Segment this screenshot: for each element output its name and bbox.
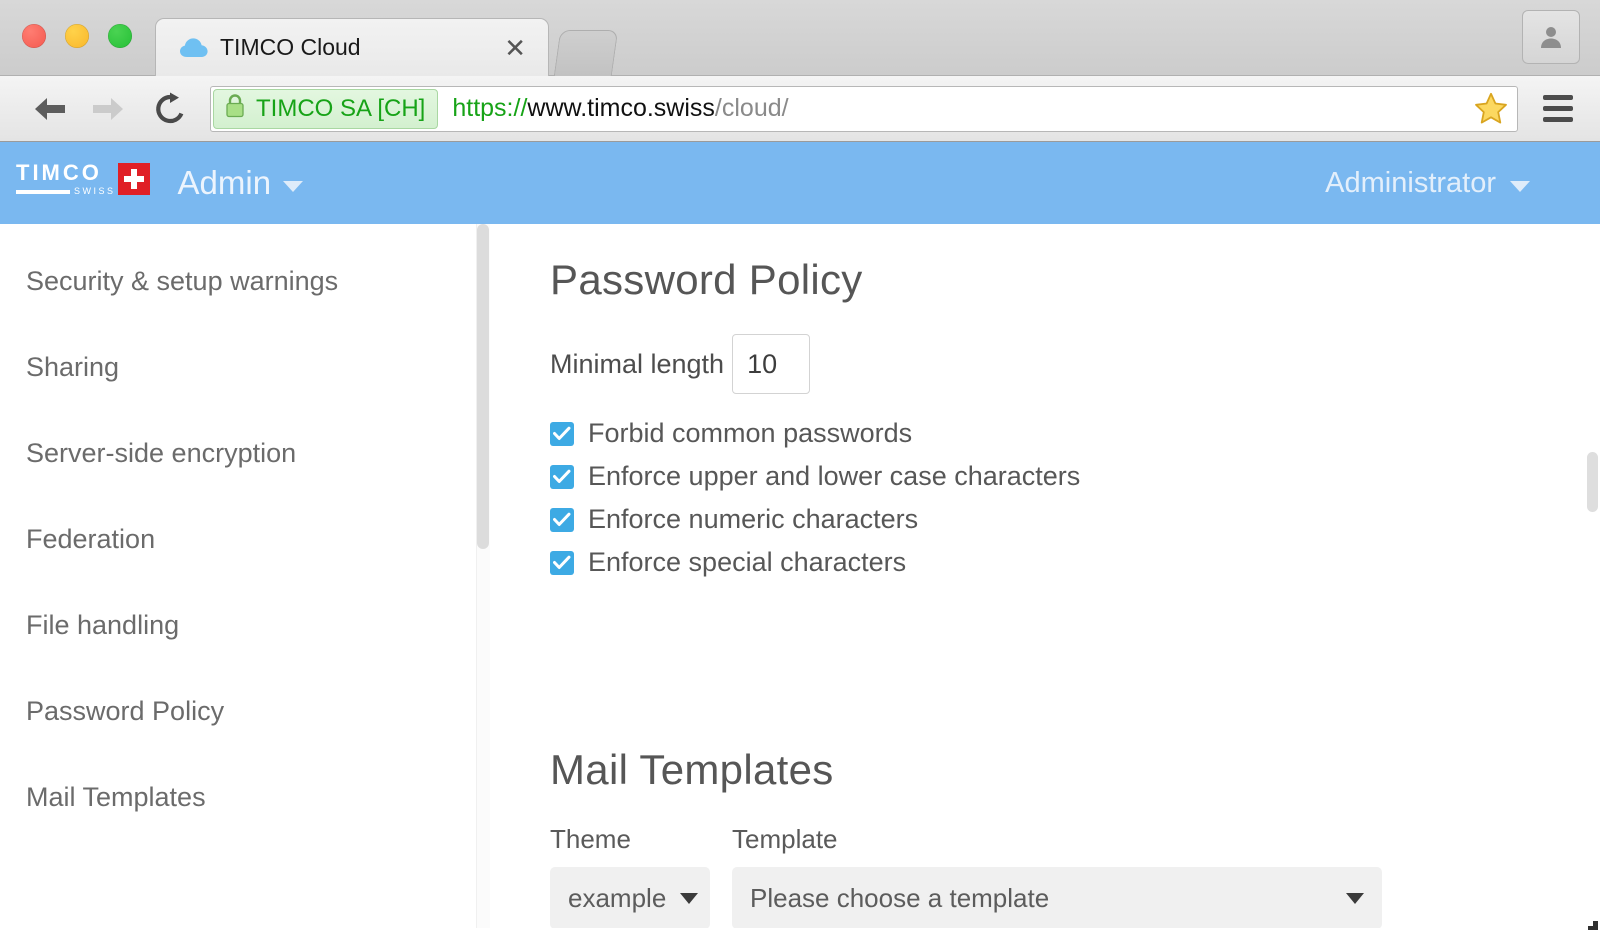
checkbox-label: Enforce special characters (588, 547, 907, 577)
window-controls (22, 24, 132, 48)
checkbox-label: Forbid common passwords (588, 418, 913, 448)
admin-menu-label: Admin (177, 164, 272, 201)
chevron-down-icon (283, 180, 304, 192)
chevron-down-icon (1510, 180, 1530, 192)
sidebar-item-mail-templates[interactable]: Mail Templates (0, 754, 490, 840)
sidebar-item-security-setup-warnings[interactable]: Security & setup warnings (0, 238, 490, 324)
checkbox-enforce-special-characters[interactable] (550, 550, 574, 575)
star-icon[interactable] (1471, 90, 1511, 128)
sidebar-item-label: Password Policy (26, 695, 225, 726)
cloud-icon (180, 37, 208, 59)
admin-menu-button[interactable]: Admin (178, 164, 304, 202)
logo-subline: SWISS (16, 187, 116, 196)
browser-tab[interactable]: TIMCO Cloud ✕ (155, 18, 549, 76)
checkbox-row-enforce-upper-lower-case[interactable]: Enforce upper and lower case characters (550, 455, 1600, 498)
user-menu-label: Administrator (1325, 166, 1496, 199)
ev-certificate-badge[interactable]: TIMCO SA [CH] (213, 88, 439, 129)
mail-templates-section: Mail Templates Theme example Template Pl… (550, 746, 1600, 928)
caret-down-icon (1346, 892, 1364, 904)
tab-title: TIMCO Cloud (220, 34, 361, 60)
swiss-cross-icon (117, 163, 150, 195)
page-title-mail-templates: Mail Templates (550, 746, 834, 793)
back-arrow-icon[interactable] (26, 85, 74, 133)
sidebar-scrollbar[interactable] (476, 224, 490, 928)
window-minimize-button[interactable] (65, 24, 89, 48)
browser-tabstrip: TIMCO Cloud ✕ (0, 0, 1600, 76)
theme-field: Theme example (550, 824, 710, 928)
browser-toolbar: TIMCO SA [CH] https://www.timco.swiss/cl… (0, 76, 1600, 142)
url-scheme: https:// (452, 94, 528, 122)
checkbox-row-enforce-numeric[interactable]: Enforce numeric characters (550, 498, 1600, 541)
url-path: /cloud/ (714, 94, 789, 122)
minimal-length-label: Minimal length (550, 348, 725, 379)
window-resize-grip[interactable] (1586, 918, 1598, 930)
minimal-length-input[interactable] (732, 334, 811, 394)
template-label: Template (732, 824, 838, 854)
template-select[interactable]: Please choose a template (732, 867, 1382, 928)
sidebar-item-password-policy[interactable]: Password Policy (0, 668, 490, 754)
template-select-value: Please choose a template (750, 882, 1050, 913)
sidebar-item-label: Server-side encryption (26, 437, 297, 468)
caret-down-icon (680, 892, 699, 904)
sidebar-item-federation[interactable]: Federation (0, 496, 490, 582)
window-maximize-button[interactable] (108, 24, 132, 48)
logo-rule (16, 189, 70, 194)
sidebar-item-sharing[interactable]: Sharing (0, 324, 490, 410)
app-body: Security & setup warnings Sharing Server… (0, 224, 1600, 928)
sidebar-scrollbar-thumb[interactable] (477, 224, 489, 549)
new-tab-button[interactable] (553, 30, 619, 76)
sidebar-item-file-handling[interactable]: File handling (0, 582, 490, 668)
checkbox-row-forbid-common-passwords[interactable]: Forbid common passwords (550, 412, 1600, 455)
checkbox-forbid-common-passwords[interactable] (550, 421, 574, 446)
settings-content: Password Policy Minimal length Forbid co… (490, 224, 1600, 928)
sidebar-item-label: Federation (26, 523, 156, 554)
content-scrollbar[interactable] (1584, 224, 1600, 928)
logo-swiss-text: SWISS (74, 186, 116, 196)
template-field: Template Please choose a template (732, 824, 1382, 928)
theme-select[interactable]: example (550, 867, 710, 928)
content-scrollbar-thumb[interactable] (1587, 452, 1598, 512)
hamburger-menu-icon[interactable] (1536, 87, 1580, 131)
user-menu-button[interactable]: Administrator (1325, 142, 1530, 224)
reload-icon[interactable] (146, 85, 194, 133)
lock-icon (224, 93, 246, 124)
address-bar[interactable]: TIMCO SA [CH] https://www.timco.swiss/cl… (210, 85, 1518, 132)
window-close-button[interactable] (22, 24, 46, 48)
checkbox-enforce-upper-lower-case[interactable] (550, 464, 574, 489)
menu-line (1543, 95, 1573, 100)
checkbox-label: Enforce numeric characters (588, 504, 919, 534)
app-header: TIMCO SWISS Admin Administrator (0, 142, 1600, 224)
person-icon[interactable] (1522, 10, 1580, 64)
logo-timco-text: TIMCO (16, 160, 102, 185)
logo-wordmark: TIMCO SWISS (16, 162, 116, 196)
settings-sidebar: Security & setup warnings Sharing Server… (0, 224, 490, 928)
theme-label: Theme (550, 824, 631, 854)
forward-arrow-icon (84, 85, 132, 133)
sidebar-item-label: Mail Templates (26, 781, 206, 812)
checkbox-enforce-numeric-characters[interactable] (550, 507, 574, 532)
theme-select-value: example (568, 882, 667, 913)
sidebar-item-label: Security & setup warnings (26, 265, 339, 296)
sidebar-item-label: Sharing (26, 351, 120, 382)
minimal-length-row: Minimal length (550, 334, 1600, 394)
menu-line (1543, 106, 1573, 111)
checkbox-label: Enforce upper and lower case characters (588, 461, 1081, 491)
browser-window: TIMCO Cloud ✕ TIMCO SA [CH] https://www.… (0, 0, 1600, 932)
checkbox-row-enforce-special[interactable]: Enforce special characters (550, 541, 1600, 584)
menu-line (1543, 117, 1573, 122)
ev-certificate-label: TIMCO SA [CH] (256, 94, 426, 122)
url-text[interactable]: https://www.timco.swiss/cloud/ (452, 94, 788, 123)
close-icon[interactable]: ✕ (498, 35, 532, 61)
page-title-password-policy: Password Policy (550, 256, 863, 303)
sidebar-item-server-side-encryption[interactable]: Server-side encryption (0, 410, 490, 496)
timco-logo[interactable]: TIMCO SWISS (16, 162, 150, 204)
sidebar-item-label: File handling (26, 609, 180, 640)
mail-template-fields: Theme example Template Please choose a t… (550, 824, 1600, 928)
url-host: www.timco.swiss (527, 94, 715, 122)
